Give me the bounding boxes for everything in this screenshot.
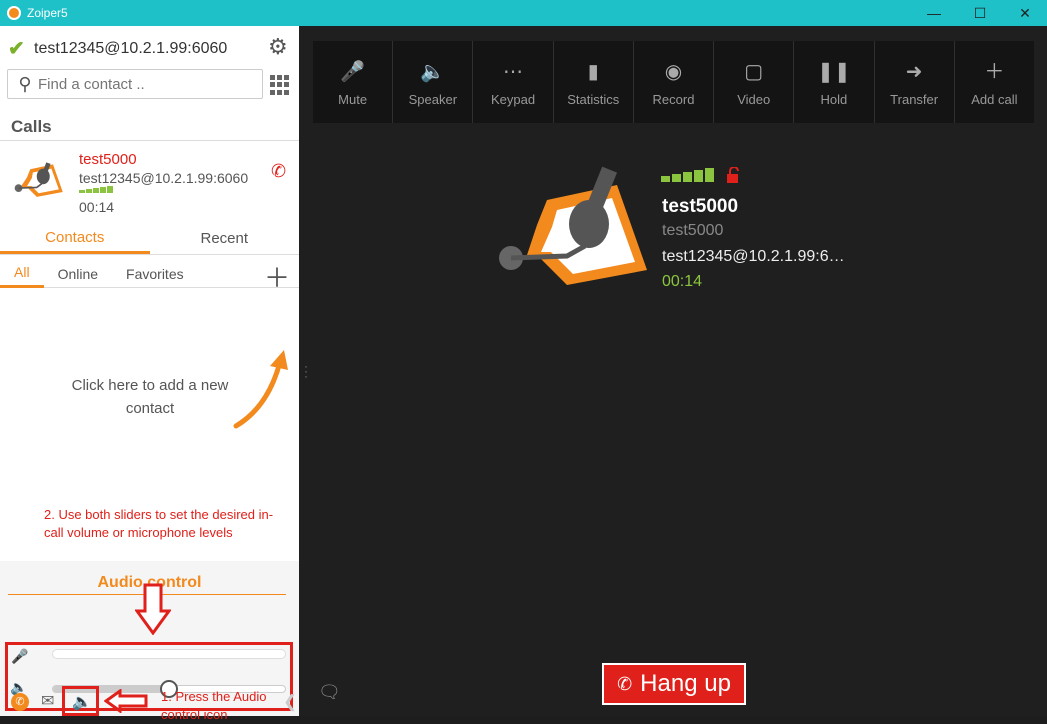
video-button[interactable]: ▢ Video <box>714 41 795 123</box>
hold-icon: ❚❚ <box>817 60 851 83</box>
contact-filter-tabs: All Online Favorites <box>0 260 299 288</box>
record-icon: ◉ <box>664 60 683 83</box>
search-box[interactable]: ⚲ <box>7 69 263 99</box>
audio-control-icon: 🔈 <box>72 694 92 711</box>
call-contact-name: test5000 <box>79 151 137 168</box>
microphone-volume-slider[interactable] <box>52 649 286 659</box>
transfer-button[interactable]: ➜ Transfer <box>875 41 955 123</box>
call-panel: 🎤 Mute 🔈 Speaker ⋯ Keypad ▮ Statistics ◉… <box>299 26 1047 716</box>
call-signal-icon <box>79 186 113 193</box>
keypad-label: Keypad <box>491 91 536 107</box>
microphone-icon: 🎤 <box>11 648 29 664</box>
collapse-panel-icon[interactable]: ❮ <box>283 692 297 712</box>
call-peer-sip: test12345@10.2.1.99:6… <box>662 248 845 265</box>
tab-favorites[interactable]: Favorites <box>112 260 198 288</box>
signal-strength-icon <box>661 168 714 182</box>
call-list-item[interactable]: test5000 test12345@10.2.1.99:6060 00:14 … <box>0 141 299 223</box>
call-toolbar: 🎤 Mute 🔈 Speaker ⋯ Keypad ▮ Statistics ◉… <box>313 41 1034 123</box>
account-name: test12345@10.2.1.99:6060 <box>34 39 228 57</box>
record-label: Record <box>652 91 695 107</box>
hangup-phone-icon[interactable]: ✆ <box>271 161 286 182</box>
call-sip-address: test12345@10.2.1.99:6060 <box>79 170 249 186</box>
speaker-label: Speaker <box>408 91 458 107</box>
chat-icon[interactable]: 🗨 <box>318 682 341 703</box>
search-input[interactable] <box>38 75 248 93</box>
minimize-button[interactable]: — <box>911 0 957 26</box>
calls-heading: Calls <box>11 117 52 136</box>
account-status[interactable]: ✔ test12345@10.2.1.99:6060 <box>8 36 227 61</box>
audio-control-button[interactable]: 🔈 <box>62 686 99 716</box>
maximize-button[interactable]: ☐ <box>957 0 1003 26</box>
add-contact-icon[interactable]: ＋ <box>264 258 290 295</box>
tab-all[interactable]: All <box>0 260 44 288</box>
hangup-phone-icon: ✆ <box>617 673 633 694</box>
mute-icon: 🎤 <box>340 60 366 83</box>
add-call-icon: ＋ <box>984 60 1005 83</box>
unlocked-padlock-icon <box>727 167 739 183</box>
keypad-icon: ⋯ <box>503 60 524 83</box>
keypad-button[interactable]: ⋯ Keypad <box>473 41 554 123</box>
instruction-step-1: 1. Press the Audio control icon <box>161 689 267 722</box>
instruction-step-2: 2. Use both sliders to set the desired i… <box>44 507 274 540</box>
dialpad-grid-icon[interactable] <box>270 75 290 95</box>
speaker-icon: 🔈 <box>420 60 446 83</box>
transfer-label: Transfer <box>890 91 939 107</box>
hang-up-button[interactable]: ✆ Hang up <box>602 663 746 705</box>
hang-up-label: Hang up <box>640 670 731 697</box>
contact-tabs: Contacts Recent <box>0 223 299 255</box>
transfer-icon: ➜ <box>905 60 923 83</box>
mute-label: Mute <box>338 91 368 107</box>
window-titlebar[interactable]: Zoiper5 — ☐ ✕ <box>0 0 1047 26</box>
down-arrow-icon <box>135 583 171 635</box>
tab-contacts[interactable]: Contacts <box>0 223 150 254</box>
statistics-label: Statistics <box>567 91 620 107</box>
curved-arrow-icon <box>233 350 288 429</box>
left-arrow-icon <box>104 689 148 713</box>
hold-label: Hold <box>820 91 848 107</box>
zoiper-logo-icon <box>7 6 21 20</box>
check-icon: ✔ <box>8 38 25 60</box>
tab-online[interactable]: Online <box>44 260 112 288</box>
search-icon: ⚲ <box>18 73 32 94</box>
headset-avatar-icon <box>499 166 647 285</box>
statistics-icon: ▮ <box>587 60 599 83</box>
headset-avatar-icon <box>14 162 63 197</box>
call-peer-display-name: test5000 <box>662 222 724 239</box>
phone-icon[interactable]: ✆ <box>11 693 29 711</box>
add-call-label: Add call <box>971 91 1018 107</box>
call-duration: 00:14 <box>79 199 115 215</box>
video-label: Video <box>737 91 771 107</box>
mute-button[interactable]: 🎤 Mute <box>313 41 394 123</box>
record-button[interactable]: ◉ Record <box>634 41 715 123</box>
add-contact-hint[interactable]: Click here to add a new contact <box>60 374 240 420</box>
sidebar: ✔ test12345@10.2.1.99:6060 ⚙ ⚲ Calls tes… <box>0 26 299 722</box>
add-call-button[interactable]: ＋ Add call <box>955 41 1034 123</box>
mail-icon[interactable]: ✉ <box>41 691 54 711</box>
hold-button[interactable]: ❚❚ Hold <box>794 41 875 123</box>
call-timer: 00:14 <box>662 273 703 290</box>
bottom-toolbar: ✆ ✉ 🔈 1. Press the Audio control icon ❮ <box>0 686 299 722</box>
video-icon: ▢ <box>744 60 764 83</box>
gear-icon[interactable]: ⚙ <box>268 34 288 60</box>
window-title: Zoiper5 <box>27 6 68 20</box>
speaker-button[interactable]: 🔈 Speaker <box>393 41 474 123</box>
statistics-button[interactable]: ▮ Statistics <box>554 41 634 123</box>
resize-handle[interactable]: · · · <box>304 360 310 382</box>
close-button[interactable]: ✕ <box>1002 0 1047 26</box>
tab-recent[interactable]: Recent <box>150 223 300 254</box>
call-peer-name: test5000 <box>662 196 739 217</box>
